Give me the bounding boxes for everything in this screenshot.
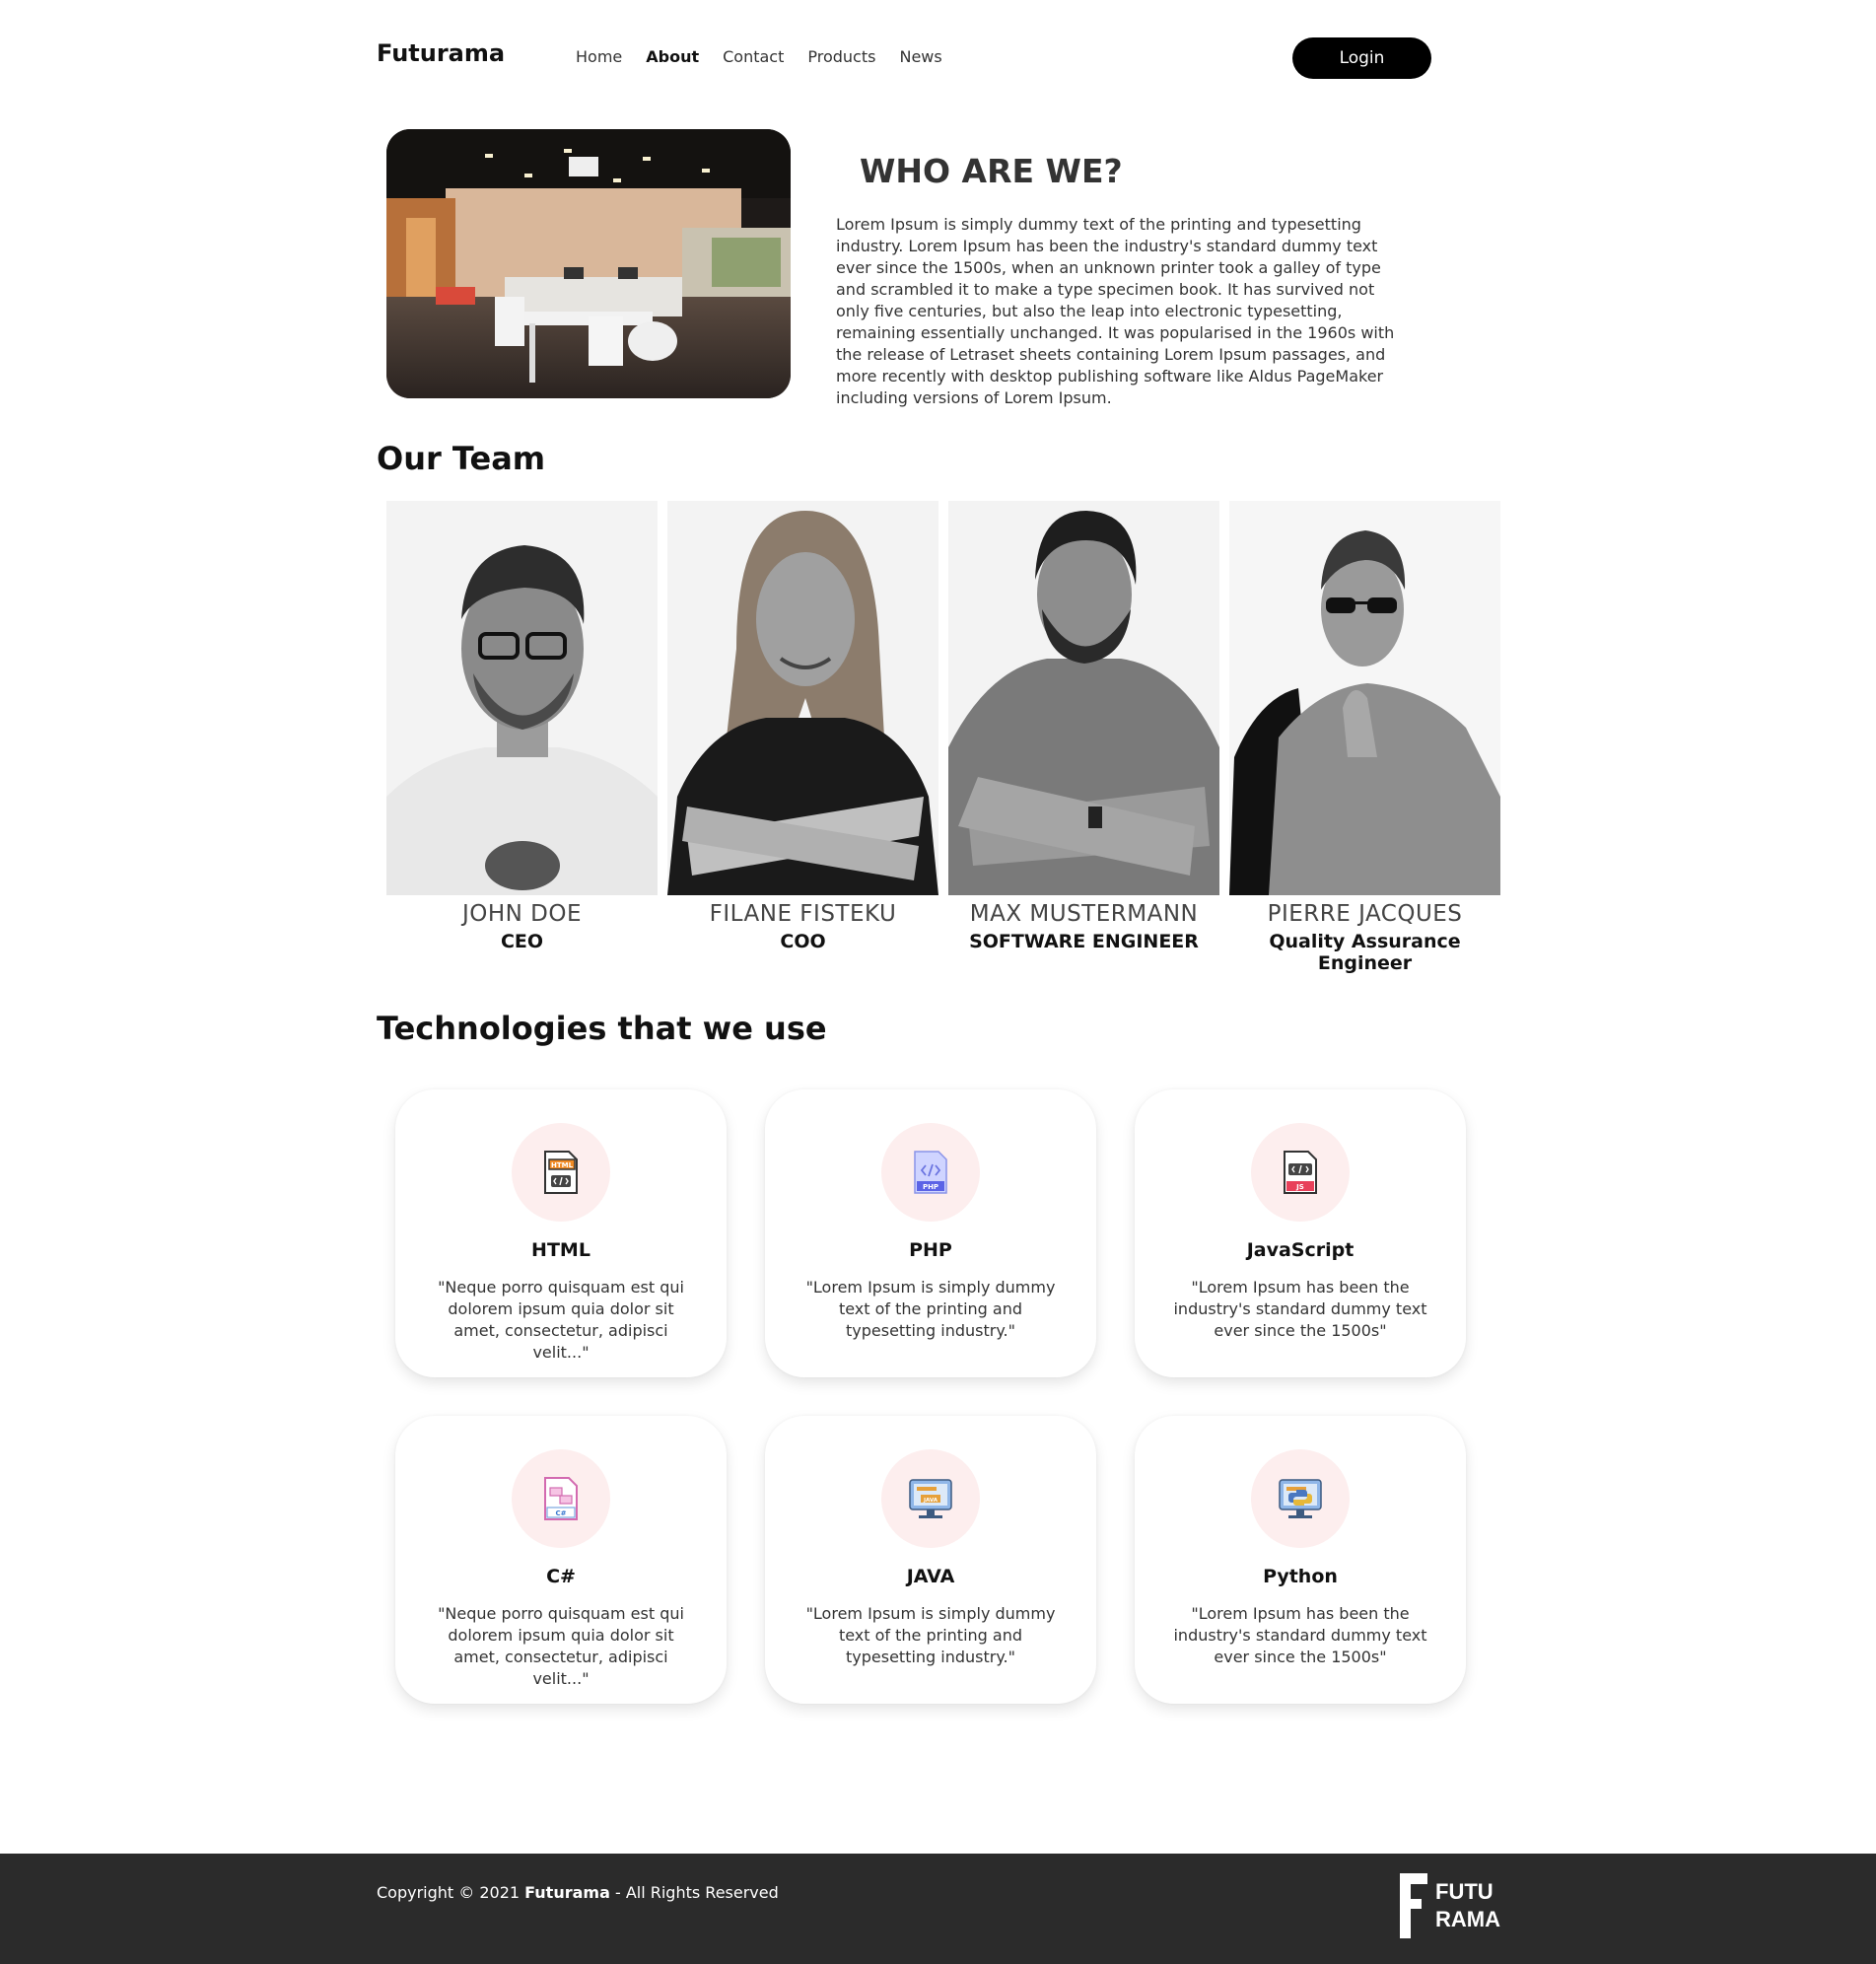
- tech-card-javascript: JS JavaScript "Lorem Ipsum has been the …: [1135, 1089, 1466, 1377]
- technologies-title: Technologies that we use: [377, 1010, 827, 1047]
- footer-logo[interactable]: FUTU RAMA: [1400, 1873, 1500, 1938]
- tech-name: Python: [1263, 1566, 1338, 1587]
- nav-home[interactable]: Home: [576, 47, 622, 66]
- svg-text:HTML: HTML: [551, 1161, 574, 1169]
- team-member: MAX MUSTERMANN SOFTWARE ENGINEER: [948, 501, 1219, 974]
- member-role: COO: [780, 931, 826, 952]
- copyright-text: Copyright © 2021 Futurama - All Rights R…: [377, 1883, 779, 1902]
- team-grid: JOHN DOE CEO FILANE FISTEKU COO MAX MUST…: [386, 501, 1500, 974]
- svg-text:JAVA: JAVA: [923, 1498, 938, 1504]
- about-title: WHO ARE WE?: [860, 152, 1123, 190]
- footer-logo-line2: RAMA: [1435, 1907, 1500, 1931]
- footer-logo-line1: FUTU: [1435, 1879, 1494, 1904]
- tech-card-php: PHP PHP "Lorem Ipsum is simply dummy tex…: [765, 1089, 1096, 1377]
- nav-products[interactable]: Products: [807, 47, 875, 66]
- team-title: Our Team: [377, 440, 546, 477]
- member-role: CEO: [500, 931, 544, 952]
- copyright-suffix: - All Rights Reserved: [609, 1883, 779, 1902]
- python-monitor-icon: [1251, 1449, 1350, 1548]
- php-file-icon: PHP: [881, 1123, 980, 1222]
- copyright-prefix: Copyright © 2021: [377, 1883, 525, 1902]
- team-member: JOHN DOE CEO: [386, 501, 658, 974]
- tech-name: PHP: [909, 1239, 952, 1261]
- tech-description: "Lorem Ipsum has been the industry's sta…: [1173, 1604, 1427, 1666]
- tech-name: HTML: [531, 1239, 591, 1261]
- nav-contact[interactable]: Contact: [723, 47, 784, 66]
- csharp-file-icon: C#: [512, 1449, 610, 1548]
- member-name: PIERRE JACQUES: [1267, 901, 1463, 927]
- tech-description: "Lorem Ipsum has been the industry's sta…: [1173, 1278, 1427, 1340]
- member-name: MAX MUSTERMANN: [969, 901, 1199, 927]
- team-member: FILANE FISTEKU COO: [667, 501, 938, 974]
- member-name: JOHN DOE: [461, 901, 583, 927]
- member-role: SOFTWARE ENGINEER: [969, 931, 1199, 952]
- member-role: Quality Assurance Engineer: [1269, 931, 1461, 974]
- tech-description: "Neque porro quisquam est qui dolorem ip…: [438, 1604, 684, 1688]
- member-photo: [667, 501, 938, 895]
- tech-name: C#: [546, 1566, 576, 1587]
- member-photo: [948, 501, 1219, 895]
- copyright-brand: Futurama: [524, 1883, 610, 1902]
- svg-text:PHP: PHP: [923, 1183, 938, 1191]
- tech-description: "Neque porro quisquam est qui dolorem ip…: [438, 1278, 684, 1362]
- tech-card-python: Python "Lorem Ipsum has been the industr…: [1135, 1416, 1466, 1704]
- tech-description: "Lorem Ipsum is simply dummy text of the…: [805, 1604, 1056, 1666]
- tech-card-java: JAVA JAVA "Lorem Ipsum is simply dummy t…: [765, 1416, 1096, 1704]
- futurama-f-logo-icon: [1400, 1873, 1427, 1938]
- member-photo: [386, 501, 658, 895]
- svg-text:C#: C#: [555, 1509, 566, 1517]
- html-file-icon: HTML: [512, 1123, 610, 1222]
- login-button[interactable]: Login: [1292, 37, 1431, 79]
- about-text: Lorem Ipsum is simply dummy text of the …: [836, 215, 1395, 407]
- tech-card-csharp: C# C# "Neque porro quisquam est qui dolo…: [395, 1416, 727, 1704]
- office-photo: [386, 129, 791, 398]
- tech-name: JavaScript: [1246, 1239, 1355, 1261]
- java-monitor-icon: JAVA: [881, 1449, 980, 1548]
- js-file-icon: JS: [1251, 1123, 1350, 1222]
- member-photo: [1229, 501, 1500, 895]
- tech-card-html: HTML HTML "Neque porro quisquam est qui …: [395, 1089, 727, 1377]
- nav-news[interactable]: News: [899, 47, 941, 66]
- tech-name: JAVA: [906, 1566, 955, 1587]
- main-nav: Home About Contact Products News: [576, 47, 966, 66]
- team-member: PIERRE JACQUES Quality Assurance Enginee…: [1229, 501, 1500, 974]
- footer-logo-text: FUTU RAMA: [1435, 1878, 1500, 1933]
- footer: Copyright © 2021 Futurama - All Rights R…: [0, 1854, 1876, 1964]
- nav-about[interactable]: About: [646, 47, 699, 66]
- tech-description: "Lorem Ipsum is simply dummy text of the…: [805, 1278, 1056, 1340]
- svg-text:JS: JS: [1295, 1183, 1304, 1191]
- member-name: FILANE FISTEKU: [709, 901, 897, 927]
- brand-logo-text[interactable]: Futurama: [377, 39, 505, 67]
